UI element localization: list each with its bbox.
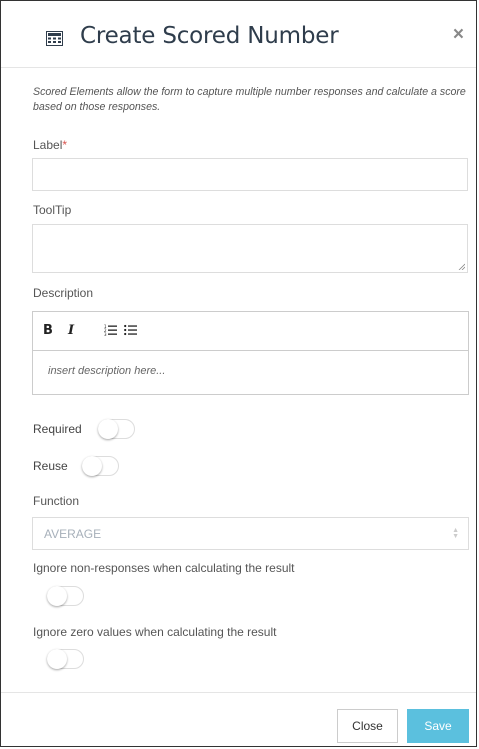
required-toggle[interactable]	[98, 419, 135, 439]
ignore-non-responses-label: Ignore non-responses when calculating th…	[33, 561, 295, 575]
description-input[interactable]: insert description here...	[48, 365, 165, 377]
close-icon[interactable]: ×	[453, 25, 464, 45]
reuse-label: Reuse	[33, 459, 68, 473]
select-arrows-icon: ▲ ▼	[452, 527, 459, 540]
required-marker: *	[62, 138, 68, 152]
function-select[interactable]: AVERAGE ▲ ▼	[32, 517, 469, 550]
required-toggle-knob	[98, 419, 118, 439]
tooltip-field-label: ToolTip	[33, 203, 72, 217]
ignore-non-responses-knob	[47, 586, 67, 606]
ignore-zero-toggle[interactable]	[47, 649, 84, 669]
svg-text:3: 3	[104, 332, 107, 336]
ignore-non-responses-toggle[interactable]	[47, 586, 84, 606]
bullet-list-icon[interactable]	[124, 324, 137, 336]
description-editor: B I 1 2 3 insert description here...	[32, 311, 469, 395]
function-label: Function	[33, 494, 80, 508]
close-button[interactable]: Close	[337, 709, 398, 743]
ignore-zero-knob	[47, 649, 67, 669]
required-label: Required	[33, 422, 82, 436]
label-field-label-text: Label	[33, 138, 63, 152]
calculator-icon	[46, 31, 63, 46]
function-selected-value: AVERAGE	[44, 527, 102, 541]
ordered-list-icon[interactable]: 1 2 3	[104, 324, 117, 336]
description-field-label: Description	[33, 286, 94, 300]
reuse-toggle[interactable]	[82, 456, 119, 476]
label-field-label: Label*	[33, 138, 67, 152]
create-scored-number-dialog: Create Scored Number × Scored Elements a…	[0, 0, 477, 747]
bold-button[interactable]: B	[43, 323, 53, 338]
label-input[interactable]	[32, 158, 468, 191]
save-button[interactable]: Save	[407, 709, 469, 743]
dialog-title: Create Scored Number	[80, 23, 339, 49]
resize-grip-icon[interactable]	[458, 263, 465, 270]
intro-text: Scored Elements allow the form to captur…	[33, 86, 466, 113]
ignore-zero-label: Ignore zero values when calculating the …	[33, 625, 277, 639]
editor-toolbar: B I 1 2 3	[33, 312, 468, 351]
reuse-toggle-knob	[82, 456, 102, 476]
dialog-header: Create Scored Number ×	[1, 1, 476, 68]
tooltip-textarea[interactable]	[32, 224, 468, 273]
italic-button[interactable]: I	[68, 323, 74, 338]
dialog-footer: Close Save	[1, 692, 476, 747]
